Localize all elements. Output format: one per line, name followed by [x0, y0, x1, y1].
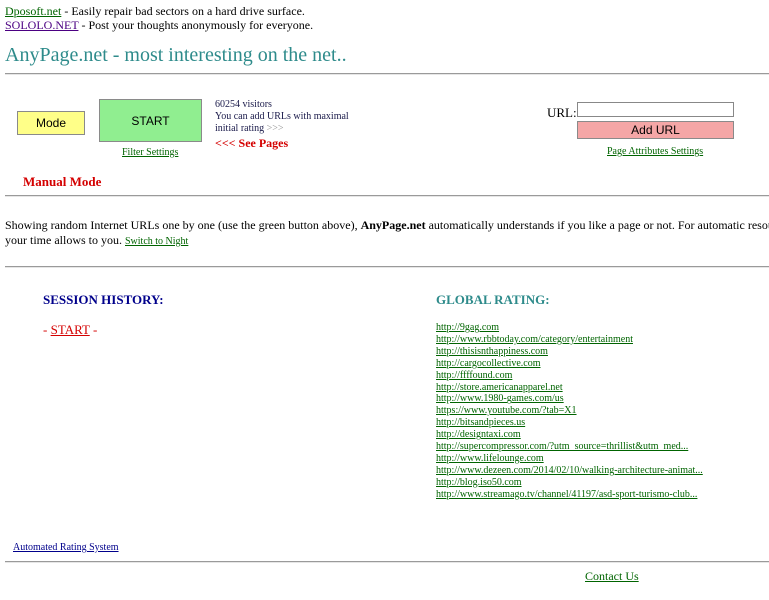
list-item: http://cargocollective.com: [436, 358, 703, 370]
list-item: http://supercompressor.com/?utm_source=t…: [436, 441, 703, 453]
list-item: http://bitsandpieces.us: [436, 417, 703, 429]
description-text: your time allows to you.: [5, 233, 122, 247]
description-text: automatically understands if you like a …: [425, 218, 769, 232]
page-title: AnyPage.net - most interesting on the ne…: [5, 44, 347, 66]
brand-name: AnyPage.net: [360, 218, 426, 232]
list-item: http://www.rbbtoday.com/category/enterta…: [436, 334, 703, 346]
rating-url-link[interactable]: https://www.youtube.com/?tab=X1: [436, 405, 577, 416]
promo-text: - Easily repair bad sectors on a hard dr…: [61, 4, 305, 18]
promo-link-dposoft[interactable]: Dposoft.net: [5, 4, 61, 18]
contact-us-link[interactable]: Contact Us: [585, 569, 639, 583]
list-item: https://www.youtube.com/?tab=X1: [436, 405, 703, 417]
auto-rating-container: Automated Rating System: [13, 542, 119, 553]
list-item: http://thisisnthappiness.com: [436, 346, 703, 358]
promo-link-sololo[interactable]: SOLOLO.NET: [5, 18, 78, 32]
rating-url-link[interactable]: http://store.americanapparel.net: [436, 382, 563, 393]
rating-url-link[interactable]: http://thisisnthappiness.com: [436, 346, 548, 357]
rating-url-link[interactable]: http://www.1980-games.com/us: [436, 393, 564, 404]
session-start-link[interactable]: START: [51, 322, 90, 337]
rating-url-link[interactable]: http://www.dezeen.com/2014/02/10/walking…: [436, 465, 703, 476]
global-rating-list: http://9gag.com http://www.rbbtoday.com/…: [436, 322, 703, 501]
rating-url-link[interactable]: http://9gag.com: [436, 322, 499, 333]
promo-text: - Post your thoughts anonymously for eve…: [78, 18, 314, 32]
session-prefix: -: [43, 322, 51, 337]
page-attributes-settings-link[interactable]: Page Attributes Settings: [607, 146, 703, 157]
rating-url-link[interactable]: http://www.lifelounge.com: [436, 453, 544, 464]
rating-url-link[interactable]: http://bitsandpieces.us: [436, 417, 525, 428]
list-item: http://9gag.com: [436, 322, 703, 334]
divider: [5, 561, 769, 563]
url-input[interactable]: [577, 102, 734, 117]
switch-night-link[interactable]: Switch to Night: [125, 236, 188, 247]
list-item: http://www.lifelounge.com: [436, 453, 703, 465]
divider: [5, 73, 769, 75]
list-item: http://store.americanapparel.net: [436, 382, 703, 394]
rating-url-link[interactable]: http://cargocollective.com: [436, 358, 541, 369]
list-item: http://www.1980-games.com/us: [436, 393, 703, 405]
divider: [5, 266, 769, 268]
list-item: http://designtaxi.com: [436, 429, 703, 441]
session-history-list: - START -: [43, 322, 97, 338]
promo-line-sololo: SOLOLO.NET - Post your thoughts anonymou…: [5, 18, 313, 32]
rating-url-link[interactable]: http://www.streamago.tv/channel/41197/as…: [436, 489, 697, 500]
visitor-count: 60254 visitors: [215, 99, 272, 110]
list-item: http://blog.iso50.com: [436, 477, 703, 489]
see-pages-link[interactable]: <<< See Pages: [215, 136, 288, 151]
session-suffix: -: [89, 322, 98, 337]
session-history-title: SESSION HISTORY:: [43, 292, 164, 307]
rating-url-link[interactable]: http://ffffound.com: [436, 370, 512, 381]
mode-status: Manual Mode: [23, 174, 102, 189]
list-item: http://www.streamago.tv/channel/41197/as…: [436, 489, 703, 501]
add-info-arrows: >>>: [266, 123, 284, 134]
url-label: URL:: [547, 105, 577, 120]
rating-url-link[interactable]: http://supercompressor.com/?utm_source=t…: [436, 441, 688, 452]
description: Showing random Internet URLs one by one …: [5, 218, 769, 249]
rating-url-link[interactable]: http://www.rbbtoday.com/category/enterta…: [436, 334, 633, 345]
mode-button[interactable]: Mode: [17, 111, 85, 135]
filter-settings-link[interactable]: Filter Settings: [122, 147, 178, 158]
description-text: Showing random Internet URLs one by one …: [5, 218, 361, 232]
rating-url-link[interactable]: http://designtaxi.com: [436, 429, 521, 440]
global-rating-title: GLOBAL RATING:: [436, 292, 550, 307]
list-item: http://ffffound.com: [436, 370, 703, 382]
contact-container: Contact Us: [585, 569, 639, 584]
rating-url-link[interactable]: http://blog.iso50.com: [436, 477, 522, 488]
list-item: http://www.dezeen.com/2014/02/10/walking…: [436, 465, 703, 477]
start-button[interactable]: START: [99, 99, 202, 142]
add-url-button[interactable]: Add URL: [577, 121, 734, 139]
divider: [5, 195, 769, 197]
automated-rating-link[interactable]: Automated Rating System: [13, 542, 119, 553]
promo-line-dposoft: Dposoft.net - Easily repair bad sectors …: [5, 4, 305, 18]
visitor-info: 60254 visitors You can add URLs with max…: [215, 99, 365, 135]
